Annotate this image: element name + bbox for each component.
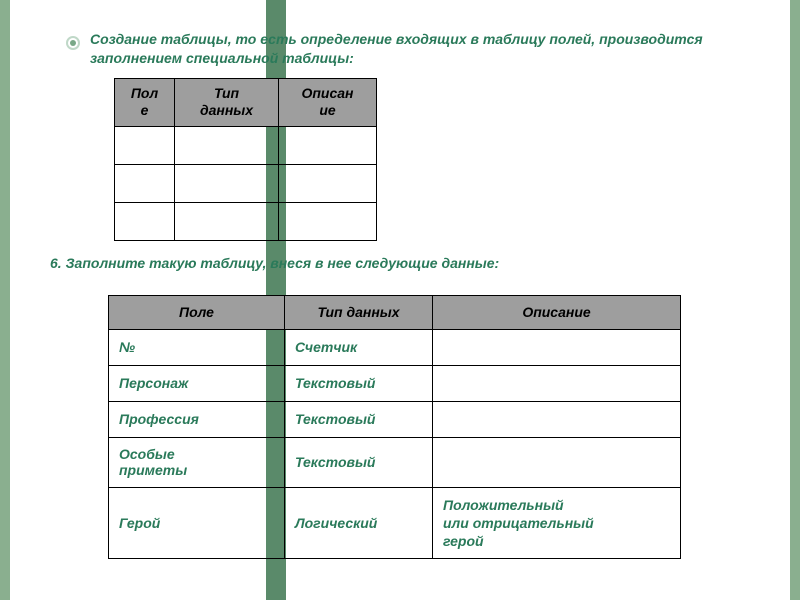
header-desc: Описание [279,78,377,126]
bullet-icon [66,36,80,50]
cell-type: Текстовый [285,365,433,401]
table-row: Персонаж Текстовый [109,365,681,401]
intro-paragraph: Создание таблицы, то есть определение вх… [90,30,760,68]
table-header-row: Поле Типданных Описание [115,78,377,126]
header-field: Поле [115,78,175,126]
table-row: Особыеприметы Текстовый [109,437,681,487]
cell-type: Логический [285,487,433,559]
table-definition-empty: Поле Типданных Описание [114,78,377,241]
table-row: Профессия Текстовый [109,401,681,437]
instruction-text: 6. Заполните такую таблицу, внеся в нее … [50,255,760,271]
table-header-row: Поле Тип данных Описание [109,295,681,329]
cell-field: № [109,329,285,365]
cell-field: Особыеприметы [109,437,285,487]
header-desc: Описание [433,295,681,329]
header-field: Поле [109,295,285,329]
header-type: Типданных [175,78,279,126]
cell-type: Текстовый [285,437,433,487]
cell-desc [433,365,681,401]
cell-type: Текстовый [285,401,433,437]
slide-page: Создание таблицы, то есть определение вх… [10,0,790,600]
table-row [115,202,377,240]
table-row [115,164,377,202]
header-type: Тип данных [285,295,433,329]
cell-desc: Положительныйили отрицательныйгерой [433,487,681,559]
cell-field: Герой [109,487,285,559]
cell-field: Персонаж [109,365,285,401]
content-area: Создание таблицы, то есть определение вх… [10,0,790,559]
table-definition-filled: Поле Тип данных Описание № Счетчик Персо… [108,295,681,560]
table-row: № Счетчик [109,329,681,365]
cell-desc [433,437,681,487]
table-row [115,126,377,164]
table-row: Герой Логический Положительныйили отрица… [109,487,681,559]
cell-desc [433,401,681,437]
cell-desc [433,329,681,365]
cell-field: Профессия [109,401,285,437]
cell-type: Счетчик [285,329,433,365]
